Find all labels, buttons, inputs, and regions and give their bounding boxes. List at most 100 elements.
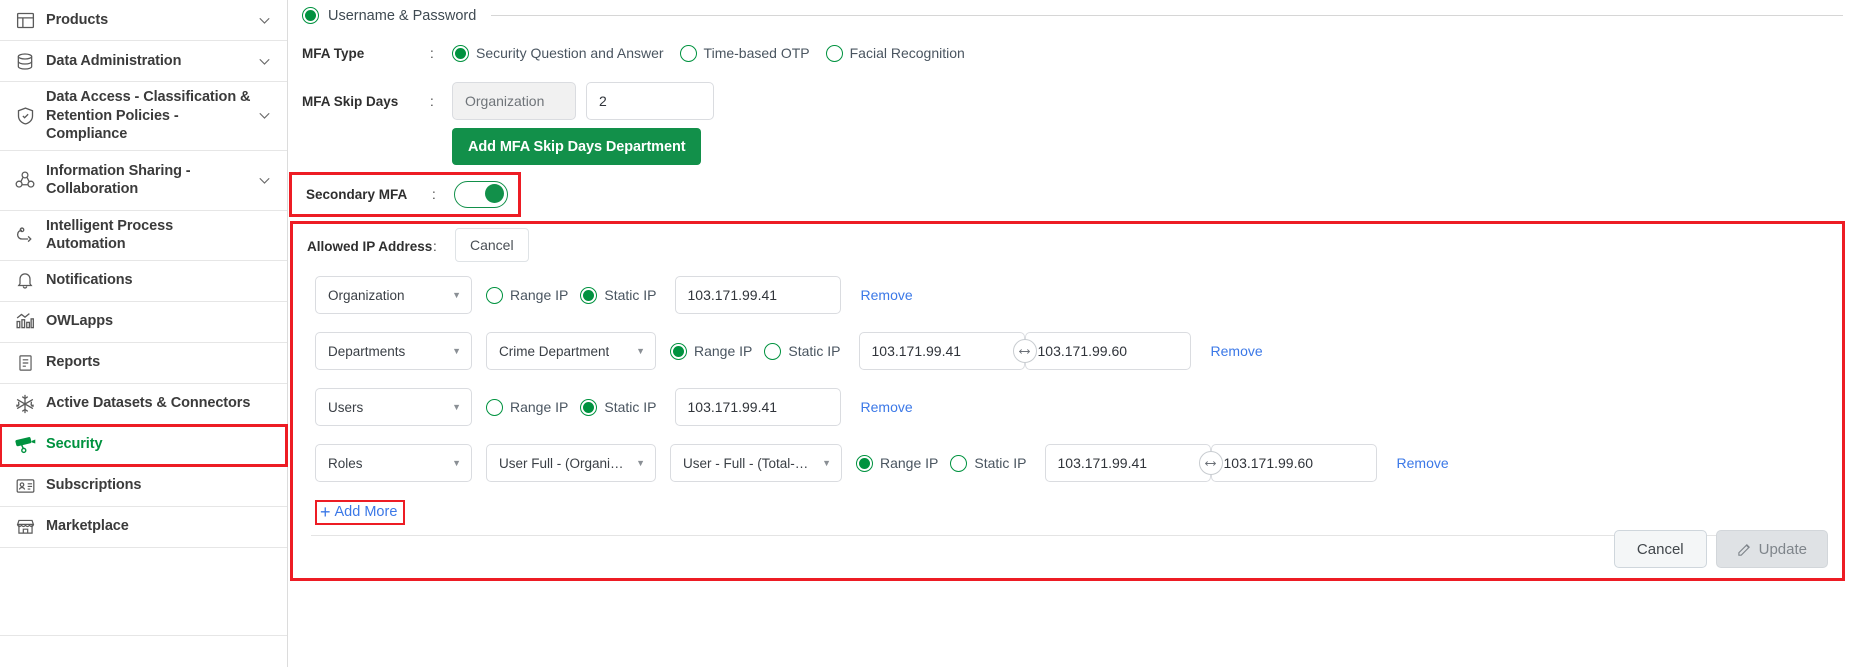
remove-ip-link[interactable]: Remove bbox=[861, 287, 913, 303]
ip-mode-static-ip[interactable]: Static IP bbox=[950, 454, 1027, 472]
allowed-ip-row: Departments ▼ Crime Department ▼ Range IP Sta… bbox=[315, 332, 1842, 370]
sidebar-item-marketplace[interactable]: Marketplace bbox=[0, 507, 287, 548]
mfa-type-option-1[interactable]: Security Question and Answer bbox=[452, 44, 664, 62]
radio-icon[interactable] bbox=[764, 342, 782, 360]
ip-mode-label: Static IP bbox=[788, 343, 841, 359]
layout-icon bbox=[10, 8, 40, 32]
ip-scope-select[interactable]: Organization ▼ bbox=[315, 276, 472, 314]
panel-cancel-button[interactable]: Cancel bbox=[1613, 530, 1707, 568]
id-card-icon bbox=[10, 474, 40, 498]
sidebar-item-products[interactable]: Products bbox=[0, 0, 287, 41]
allowed-ip-label: Allowed IP Address bbox=[307, 238, 433, 254]
remove-ip-link[interactable]: Remove bbox=[1211, 343, 1263, 359]
ip-mode-label: Range IP bbox=[510, 399, 569, 415]
collaboration-icon bbox=[10, 168, 40, 192]
sidebar-item-label: Reports bbox=[46, 354, 101, 371]
ip-from-input[interactable]: 103.171.99.41 bbox=[674, 388, 841, 426]
sidebar-empty-space bbox=[0, 548, 287, 636]
ip-sub2-select[interactable]: User - Full - (Total-10, Used-2) ▼ bbox=[670, 444, 842, 482]
ip-scope-select-value: Organization bbox=[328, 287, 405, 303]
mfa-type-row: MFA Type : Security Question and Answer T… bbox=[288, 36, 1861, 70]
secondary-mfa-toggle-knob bbox=[485, 184, 504, 203]
radio-icon[interactable] bbox=[580, 398, 598, 416]
ip-mode-range-ip[interactable]: Range IP bbox=[486, 398, 569, 416]
ip-from-input[interactable]: 103.171.99.41 bbox=[858, 332, 1025, 370]
secondary-mfa-wrap: Secondary MFA : bbox=[288, 172, 1861, 217]
ip-mode-range-ip[interactable]: Range IP bbox=[856, 454, 938, 472]
ip-sub1-select[interactable]: Crime Department ▼ bbox=[486, 332, 656, 370]
chevron-down-icon[interactable] bbox=[253, 173, 275, 188]
app-root: Products Data Administration Data Access -… bbox=[0, 0, 1861, 667]
radio-icon[interactable] bbox=[452, 44, 469, 62]
radio-icon[interactable] bbox=[679, 44, 697, 62]
chevron-down-icon[interactable] bbox=[253, 54, 275, 69]
add-mfa-skip-days-row: Add MFA Skip Days Department bbox=[288, 128, 1861, 165]
add-mfa-skip-days-department-button[interactable]: Add MFA Skip Days Department bbox=[452, 128, 702, 165]
radio-icon[interactable] bbox=[950, 454, 968, 472]
ip-mode-label: Range IP bbox=[694, 343, 753, 359]
ip-sub1-select[interactable]: User Full - (Organization Ad… ▼ bbox=[486, 444, 656, 482]
add-more-label: Add More bbox=[334, 504, 398, 520]
sidebar-item-label: Intelligent Process Automation bbox=[46, 217, 174, 253]
radio-icon[interactable] bbox=[670, 342, 687, 360]
sidebar-item-notifications[interactable]: Notifications bbox=[0, 261, 287, 302]
ip-to-input[interactable]: 103.171.99.60 bbox=[1210, 444, 1377, 482]
username-password-radio[interactable] bbox=[302, 7, 319, 24]
sidebar-item-intelligent-process-automation[interactable]: Intelligent Process Automation bbox=[0, 211, 287, 261]
mfa-type-option-2[interactable]: Time-based OTP bbox=[679, 44, 810, 62]
ip-mode-static-ip[interactable]: Static IP bbox=[580, 398, 657, 416]
radio-icon[interactable] bbox=[486, 398, 503, 416]
range-arrows-icon bbox=[1012, 339, 1037, 363]
allowed-ip-row: Users ▼ Range IP Static IP 103.171.99.41 Remo… bbox=[315, 388, 1842, 426]
mfa-type-options: Security Question and Answer Time-based O… bbox=[452, 44, 981, 62]
sidebar-item-data-access-classification-retention-policies-compliance[interactable]: Data Access - Classification & Retention… bbox=[0, 82, 287, 151]
panel-update-button[interactable]: Update bbox=[1715, 530, 1828, 568]
mfa-type-option-label: Security Question and Answer bbox=[476, 45, 664, 61]
sidebar-item-reports[interactable]: Reports bbox=[0, 343, 287, 384]
secondary-mfa-row: Secondary MFA : bbox=[289, 172, 521, 217]
automation-icon bbox=[10, 223, 40, 247]
radio-icon[interactable] bbox=[856, 454, 873, 472]
ip-scope-select[interactable]: Roles ▼ bbox=[315, 444, 472, 482]
report-icon bbox=[10, 351, 40, 375]
ip-mode-static-ip[interactable]: Static IP bbox=[764, 342, 841, 360]
ip-from-input[interactable]: 103.171.99.41 bbox=[674, 276, 841, 314]
allowed-ip-cancel-button[interactable]: Cancel bbox=[455, 228, 529, 262]
ip-scope-select[interactable]: Users ▼ bbox=[315, 388, 472, 426]
sidebar-item-label: Marketplace bbox=[46, 518, 129, 535]
radio-icon[interactable] bbox=[486, 286, 503, 304]
ip-mode-static-ip[interactable]: Static IP bbox=[580, 286, 657, 304]
sidebar-item-subscriptions[interactable]: Subscriptions bbox=[0, 466, 287, 507]
chevron-down-icon: ▼ bbox=[452, 289, 461, 300]
sidebar-item-owlapps[interactable]: OWLapps bbox=[0, 302, 287, 343]
analytics-icon bbox=[10, 310, 40, 334]
camera-security-icon bbox=[10, 433, 40, 457]
chevron-down-icon: ▼ bbox=[636, 457, 645, 468]
ip-sub2-select-value: User - Full - (Total-10, Used-2) bbox=[683, 455, 814, 471]
sidebar-item-data-administration[interactable]: Data Administration bbox=[0, 41, 287, 82]
secondary-mfa-toggle[interactable] bbox=[454, 181, 508, 208]
sidebar-item-information-sharing-collaboration[interactable]: Information Sharing - Collaboration bbox=[0, 151, 287, 211]
chevron-down-icon: ▼ bbox=[452, 401, 461, 412]
allowed-ip-row: Organization ▼ Range IP Static IP 103.171.99… bbox=[315, 276, 1842, 314]
chevron-down-icon[interactable] bbox=[253, 108, 275, 123]
section-header-divider bbox=[491, 15, 1843, 16]
ip-mode-range-ip[interactable]: Range IP bbox=[486, 286, 568, 304]
radio-icon[interactable] bbox=[580, 286, 598, 304]
mfa-skip-scope-field[interactable]: Organization bbox=[452, 82, 576, 120]
sidebar-item-active-datasets-connectors[interactable]: Active Datasets & Connectors bbox=[0, 384, 287, 425]
sidebar-item-label: Products bbox=[46, 11, 109, 28]
remove-ip-link[interactable]: Remove bbox=[1397, 455, 1449, 471]
remove-ip-link[interactable]: Remove bbox=[861, 399, 913, 415]
chevron-down-icon[interactable] bbox=[253, 13, 275, 28]
ip-scope-select[interactable]: Departments ▼ bbox=[315, 332, 472, 370]
add-more-button[interactable]: + Add More bbox=[315, 500, 406, 525]
ip-to-input[interactable]: 103.171.99.60 bbox=[1024, 332, 1191, 370]
radio-icon[interactable] bbox=[825, 44, 843, 62]
ip-mode-range-ip[interactable]: Range IP bbox=[670, 342, 753, 360]
ip-from-input[interactable]: 103.171.99.41 bbox=[1044, 444, 1211, 482]
sidebar-item-security[interactable]: Security bbox=[0, 423, 288, 467]
mfa-type-option-3[interactable]: Facial Recognition bbox=[825, 44, 965, 62]
mfa-skip-days-input[interactable]: 2 bbox=[586, 82, 714, 120]
mfa-type-colon: : bbox=[430, 45, 434, 61]
